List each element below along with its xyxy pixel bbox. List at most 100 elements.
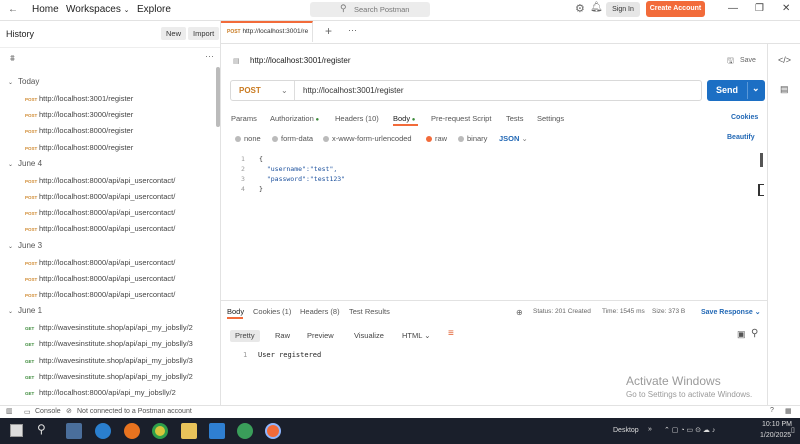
windows-start-icon[interactable] [10,424,23,437]
sidebar-toggle-icon[interactable]: ▥ [6,407,13,415]
history-item[interactable]: POST http://localhost:3000/register [25,110,133,119]
format-select[interactable]: JSON ⌄ [499,134,528,143]
create-account-button[interactable]: Create Account [646,1,705,17]
tab-register-request[interactable]: POST http://localhost:3001/re [221,21,313,42]
cookies-link[interactable]: Cookies [731,114,758,121]
help-icon[interactable]: ? [770,407,774,414]
task-view-icon[interactable] [66,423,82,439]
radio-x-www-form-urlencoded[interactable]: x-www-form-urlencoded [323,134,412,143]
search-icon[interactable]: ⚲ [37,422,46,436]
tab-body[interactable]: Body ● [393,114,415,123]
tab-pre-request-script[interactable]: Pre-request Script [431,114,491,123]
history-item[interactable]: POST http://localhost:8000/api/api_userco… [25,274,175,283]
history-item[interactable]: POST http://localhost:8000/api/api_userco… [25,224,175,233]
copy-icon[interactable]: ▣ [737,329,746,340]
tab-more-icon[interactable]: ⋯ [348,25,357,36]
history-item[interactable]: GET http://wavesinstitute.shop/api/api_my… [25,323,193,332]
chevron-down-icon[interactable]: ⌄ [752,83,760,94]
new-tab-plus-icon[interactable]: + [325,24,332,38]
tray-icons[interactable]: ⌃ ▢ ◔ ▭ ⊙ ☁ ♪ [664,426,715,434]
documentation-icon[interactable]: ▤ [780,84,789,95]
settings-gear-icon[interactable]: ⚙ [575,2,585,15]
send-button[interactable]: Send ⌄ [707,80,765,101]
new-button[interactable]: New [161,27,187,40]
minimize-icon[interactable]: — [728,3,738,14]
format-visualize[interactable]: Visualize [349,330,389,342]
console-button[interactable]: Console [35,408,61,415]
history-item[interactable]: GET http://wavesinstitute.shop/api/api_my… [25,339,193,348]
tab-authorization[interactable]: Authorization ● [270,114,319,123]
response-tab-test-results[interactable]: Test Results [349,307,390,316]
editor-scrollbar[interactable] [760,153,763,167]
history-item[interactable]: POST http://localhost:8000/api/api_userco… [25,208,175,217]
beautify-link[interactable]: Beautify [727,134,755,141]
method-select[interactable]: POST ⌄ [231,81,295,100]
history-item[interactable]: GET http://wavesinstitute.shop/api/api_my… [25,356,193,365]
import-button[interactable]: Import [188,27,220,40]
tab-headers[interactable]: Headers (10) [335,114,379,123]
file-explorer-icon[interactable] [181,423,197,439]
layout-icon[interactable]: ▦ [785,407,792,415]
tab-tests[interactable]: Tests [506,114,524,123]
clock-time[interactable]: 10:10 PM [762,421,792,428]
wrap-lines-icon[interactable]: ≡ [448,328,454,339]
more-options-icon[interactable]: ⋯ [205,51,214,62]
format-raw[interactable]: Raw [270,330,295,342]
explore-link[interactable]: Explore [137,4,171,15]
sign-in-button[interactable]: Sign In [606,2,640,17]
postman-icon[interactable] [265,423,281,439]
edge-browser-icon[interactable] [95,423,111,439]
maximize-icon[interactable]: ❐ [755,3,764,14]
save-response-button[interactable]: Save Response ⌄ [701,308,761,316]
history-item[interactable]: POST http://localhost:8000/api/api_userco… [25,176,175,185]
chrome-profile-icon[interactable] [237,423,253,439]
chrome-icon[interactable] [152,423,168,439]
history-group-header[interactable]: ⌄ June 4 [8,159,42,168]
code-snippet-icon[interactable]: </> [778,55,791,65]
vscode-icon[interactable] [209,423,225,439]
line-number: 4 [241,185,245,193]
history-item[interactable]: POST http://localhost:8000/register [25,143,133,152]
history-item[interactable]: POST http://localhost:8000/api/api_userco… [25,258,175,267]
search-icon[interactable]: ⚲ [751,328,758,339]
firefox-icon[interactable] [124,423,140,439]
response-type-select[interactable]: HTML ⌄ [397,330,436,342]
back-icon[interactable]: ← [8,4,18,15]
workspaces-menu[interactable]: Workspaces ⌄ [66,4,130,15]
history-group-header[interactable]: ⌄ Today [8,77,39,86]
format-pretty[interactable]: Pretty [230,330,260,342]
filter-icon[interactable]: ⩩ [10,53,15,64]
radio-form-data[interactable]: form-data [272,134,313,143]
history-item[interactable]: GEThttp://localhost:8000/api/api_my_jobs… [25,388,176,397]
notification-icon[interactable]: ▯ [791,426,795,434]
desktop-toolbar[interactable]: Desktop [613,427,639,434]
history-item[interactable]: POST http://localhost:8000/api/api_userco… [25,290,175,299]
radio-raw[interactable]: raw [426,134,447,143]
notifications-bell-icon[interactable]: 🔔︎ [590,2,603,13]
tray-chevron-icon[interactable]: » [648,426,652,433]
response-tab-cookies[interactable]: Cookies (1) [253,307,291,316]
sidebar-scrollbar[interactable] [216,67,220,127]
history-item[interactable]: POST http://localhost:8000/api/api_userco… [25,192,175,201]
body-editor[interactable]: 1 {2 "username":"test", 3 "password":"test… [221,150,767,298]
url-input[interactable]: http://localhost:3001/register [303,86,404,95]
response-tab-headers[interactable]: Headers (8) [300,307,340,316]
tab-params[interactable]: Params [231,114,257,123]
response-divider[interactable] [221,300,767,301]
save-button[interactable]: Save [740,57,756,64]
history-item[interactable]: POST http://localhost:8000/register [25,126,133,135]
history-item[interactable]: POST http://localhost:3001/register [25,94,133,103]
history-group-header[interactable]: ⌄ June 3 [8,241,42,250]
tab-settings[interactable]: Settings [537,114,564,123]
save-icon[interactable]: 🖫 [727,55,734,69]
radio-binary[interactable]: binary [458,134,487,143]
search-input[interactable]: ⚲ Search Postman [310,2,430,17]
format-preview[interactable]: Preview [302,330,339,342]
close-icon[interactable]: ✕ [782,3,790,14]
home-link[interactable]: Home [32,4,59,15]
response-tab-body[interactable]: Body [227,307,244,316]
history-group-header[interactable]: ⌄ June 1 [8,306,42,315]
radio-none[interactable]: none [235,134,261,143]
clock-date[interactable]: 1/20/2025 [760,432,791,439]
history-item[interactable]: GET http://wavesinstitute.shop/api/api_my… [25,372,193,381]
